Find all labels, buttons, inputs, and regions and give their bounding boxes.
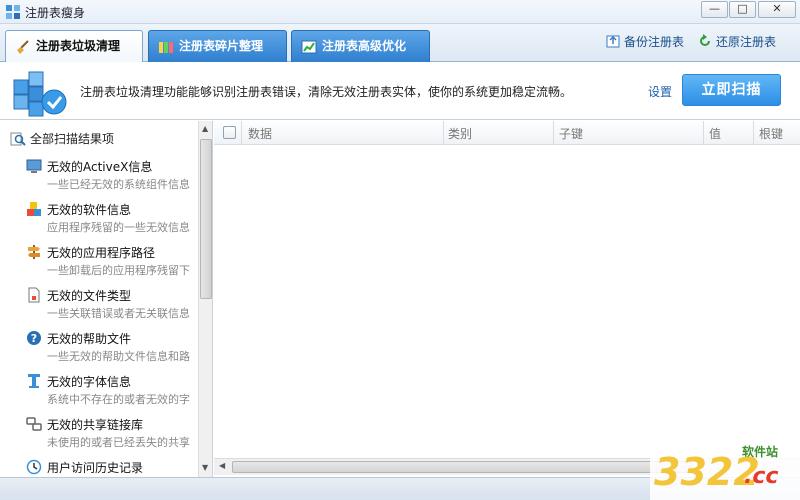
tab-label: 注册表高级优化	[322, 39, 407, 53]
select-all-checkbox[interactable]	[223, 126, 236, 139]
settings-link[interactable]: 设置	[648, 83, 672, 100]
registry-cubes-icon	[13, 71, 67, 117]
column-header-subkey[interactable]: 子键	[559, 125, 583, 142]
backup-label: 备份注册表	[624, 35, 685, 49]
shared-library-icon	[26, 417, 42, 431]
results-table: 数据 类别 子键 值 根键 ◀	[214, 121, 800, 477]
category-file-type[interactable]: 无效的文件类型 一些关联错误或者无关联信息	[26, 285, 198, 325]
maximize-button[interactable]: □	[729, 1, 756, 18]
minimize-button[interactable]: —	[701, 1, 728, 18]
category-name: 无效的应用程序路径	[47, 246, 156, 260]
site-watermark-logo: 软件站 3322 .cc	[650, 440, 800, 500]
scroll-up-arrow-icon[interactable]: ▲	[202, 124, 208, 133]
broom-icon	[17, 40, 29, 54]
category-name: 无效的软件信息	[47, 203, 132, 217]
title-bar: 注册表瘦身 — □ ✕	[0, 0, 800, 24]
column-header-rootkey[interactable]: 根键	[759, 125, 783, 142]
defrag-icon	[159, 42, 173, 53]
category-name: 无效的共享链接库	[47, 418, 144, 432]
scan-categories-panel: 全部扫描结果项 无效的ActiveX信息 一些已经无效的系统组件信息 无效的软件…	[0, 121, 213, 477]
column-divider	[241, 121, 242, 145]
category-app-path[interactable]: 无效的应用程序路径 一些卸载后的应用程序残留下	[26, 242, 198, 282]
column-divider	[703, 121, 704, 145]
category-desc: 一些关联错误或者无关联信息	[47, 307, 190, 320]
category-name: 无效的ActiveX信息	[47, 160, 153, 174]
category-desc: 应用程序残留的一些无效信息	[47, 221, 190, 234]
column-divider	[753, 121, 754, 145]
category-name: 用户访问历史记录	[47, 461, 144, 475]
scan-now-button[interactable]: 立即扫描	[682, 74, 781, 106]
table-header: 数据 类别 子键 值 根键	[214, 121, 800, 145]
window-title: 注册表瘦身	[25, 6, 86, 20]
scroll-down-arrow-icon[interactable]: ▼	[202, 463, 208, 472]
restore-icon	[700, 34, 710, 46]
scroll-left-arrow-icon[interactable]: ◀	[219, 461, 225, 470]
font-icon	[28, 374, 40, 388]
category-name: 无效的帮助文件	[47, 332, 132, 346]
column-header-value[interactable]: 值	[709, 125, 721, 142]
tab-bar: 注册表垃圾清理 注册表碎片整理 注册表高级优化 备份注册表 还原注册表	[0, 24, 800, 63]
restore-label: 还原注册表	[716, 35, 777, 49]
tab-registry-cleanup[interactable]: 注册表垃圾清理	[5, 30, 143, 63]
all-results-item[interactable]: 全部扫描结果项	[10, 130, 114, 148]
category-help-file[interactable]: ? 无效的帮助文件 一些无效的帮助文件信息和路	[26, 328, 198, 368]
column-header-category[interactable]: 类别	[448, 125, 472, 142]
tab-label: 注册表碎片整理	[179, 39, 264, 53]
category-font[interactable]: 无效的字体信息 系统中不存在的或者无效的字	[26, 371, 198, 411]
chart-icon	[301, 40, 317, 54]
category-desc: 系统中不存在的或者无效的字	[47, 393, 190, 406]
close-button[interactable]: ✕	[758, 1, 796, 18]
backup-icon	[606, 35, 620, 48]
category-desc: 一些卸载后的应用程序残留下	[47, 264, 190, 277]
category-desc: 一些已经无效的系统组件信息	[47, 178, 190, 191]
scroll-thumb[interactable]	[200, 139, 212, 299]
tab-registry-advanced[interactable]: 注册表高级优化	[291, 30, 430, 62]
watermark-domain: .cc	[744, 464, 779, 489]
feature-description: 注册表垃圾清理功能能够识别注册表错误，清除无效注册表实体，使你的系统更加稳定流畅…	[80, 85, 573, 99]
backup-registry-link[interactable]: 备份注册表	[606, 33, 684, 50]
file-type-icon	[28, 287, 40, 303]
scroll-thumb[interactable]	[232, 461, 692, 473]
column-divider	[443, 121, 444, 145]
column-divider	[553, 121, 554, 145]
help-icon: ?	[27, 331, 41, 345]
category-activex[interactable]: 无效的ActiveX信息 一些已经无效的系统组件信息	[26, 156, 198, 196]
magnifier-icon	[10, 132, 26, 146]
path-sign-icon	[28, 245, 40, 259]
category-name: 无效的文件类型	[47, 289, 132, 303]
left-vertical-scrollbar[interactable]: ▲ ▼	[198, 121, 212, 477]
restore-registry-link[interactable]: 还原注册表	[698, 33, 776, 50]
software-icon	[27, 202, 41, 216]
category-history[interactable]: 用户访问历史记录	[26, 457, 198, 477]
all-results-label: 全部扫描结果项	[30, 132, 115, 146]
tab-registry-defrag[interactable]: 注册表碎片整理	[148, 30, 287, 62]
category-software[interactable]: 无效的软件信息 应用程序残留的一些无效信息	[26, 199, 198, 239]
category-desc: 未使用的或者已经丢失的共享	[47, 436, 190, 449]
app-logo-icon	[6, 5, 20, 19]
header-info-bar: 注册表垃圾清理功能能够识别注册表错误，清除无效注册表实体，使你的系统更加稳定流畅…	[0, 62, 800, 120]
category-name: 无效的字体信息	[47, 375, 132, 389]
column-header-data[interactable]: 数据	[248, 125, 272, 142]
category-desc: 一些无效的帮助文件信息和路	[47, 350, 190, 363]
svg-text:?: ?	[31, 332, 37, 345]
category-shared-library[interactable]: 无效的共享链接库 未使用的或者已经丢失的共享	[26, 414, 198, 454]
monitor-icon	[26, 159, 42, 173]
tab-label: 注册表垃圾清理	[36, 39, 121, 53]
history-icon	[26, 459, 42, 475]
